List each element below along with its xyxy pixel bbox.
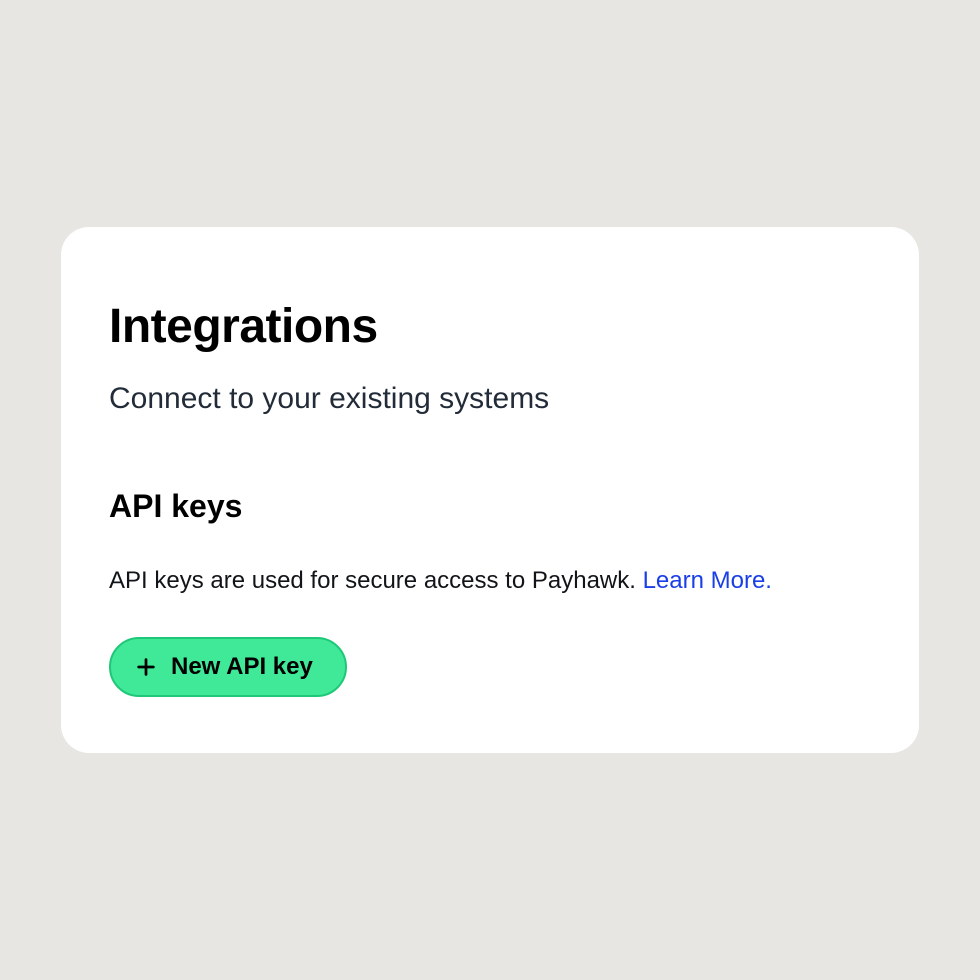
new-api-key-button-label: New API key: [171, 653, 313, 681]
page-title: Integrations: [109, 299, 871, 354]
learn-more-link[interactable]: Learn More.: [643, 567, 772, 594]
plus-icon: [135, 656, 157, 678]
api-keys-description: API keys are used for secure access to P…: [109, 567, 871, 595]
integrations-card: Integrations Connect to your existing sy…: [61, 227, 919, 753]
api-keys-section-title: API keys: [109, 488, 871, 525]
page-subtitle: Connect to your existing systems: [109, 382, 871, 416]
new-api-key-button[interactable]: New API key: [109, 637, 347, 697]
api-keys-description-text: API keys are used for secure access to P…: [109, 567, 643, 594]
